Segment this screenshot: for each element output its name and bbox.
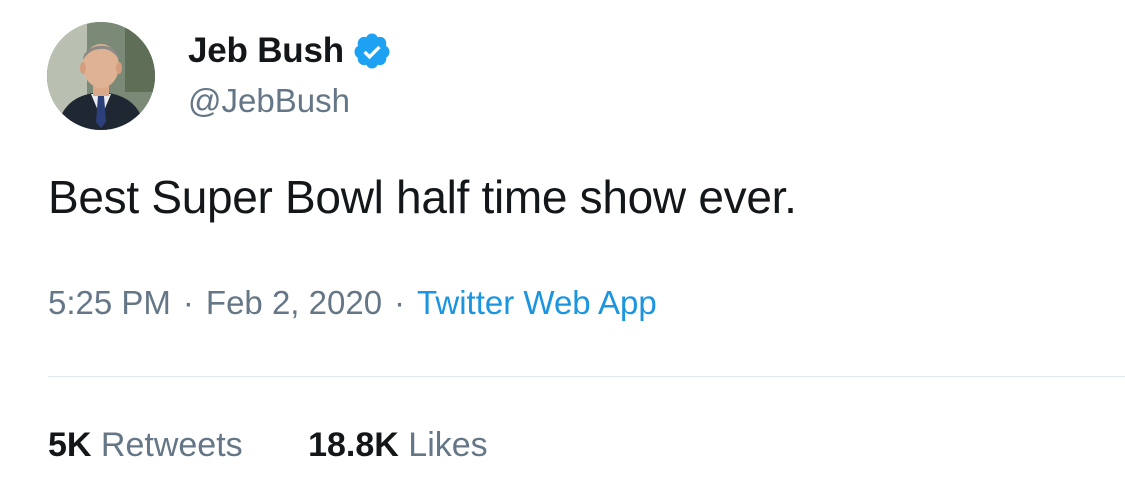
user-handle[interactable]: @JebBush — [188, 82, 350, 120]
tweet-stats: 5K Retweets 18.8K Likes — [48, 426, 488, 465]
divider — [48, 376, 1125, 377]
tweet-date[interactable]: Feb 2, 2020 — [206, 284, 382, 321]
tweet-meta: 5:25 PM · Feb 2, 2020 · Twitter Web App — [48, 284, 657, 322]
tweet-card: Jeb Bush @JebBush Best Super Bowl half t… — [0, 0, 1125, 502]
user-name-row: Jeb Bush — [188, 28, 392, 74]
retweets-label: Retweets — [100, 426, 243, 464]
tweet-time[interactable]: 5:25 PM — [48, 284, 171, 321]
tweet-source-link[interactable]: Twitter Web App — [417, 284, 657, 321]
likes-label: Likes — [408, 426, 488, 464]
likes-stat[interactable]: 18.8K Likes — [308, 426, 488, 464]
verified-badge-icon — [352, 31, 392, 71]
tweet-text: Best Super Bowl half time show ever. — [48, 171, 797, 223]
meta-separator: · — [182, 284, 194, 321]
retweets-count: 5K — [48, 426, 92, 464]
display-name[interactable]: Jeb Bush — [188, 31, 344, 71]
avatar[interactable] — [47, 22, 155, 130]
retweets-stat[interactable]: 5K Retweets — [48, 426, 252, 464]
likes-count: 18.8K — [308, 426, 399, 464]
avatar-photo — [47, 22, 155, 130]
meta-separator: · — [394, 284, 406, 321]
